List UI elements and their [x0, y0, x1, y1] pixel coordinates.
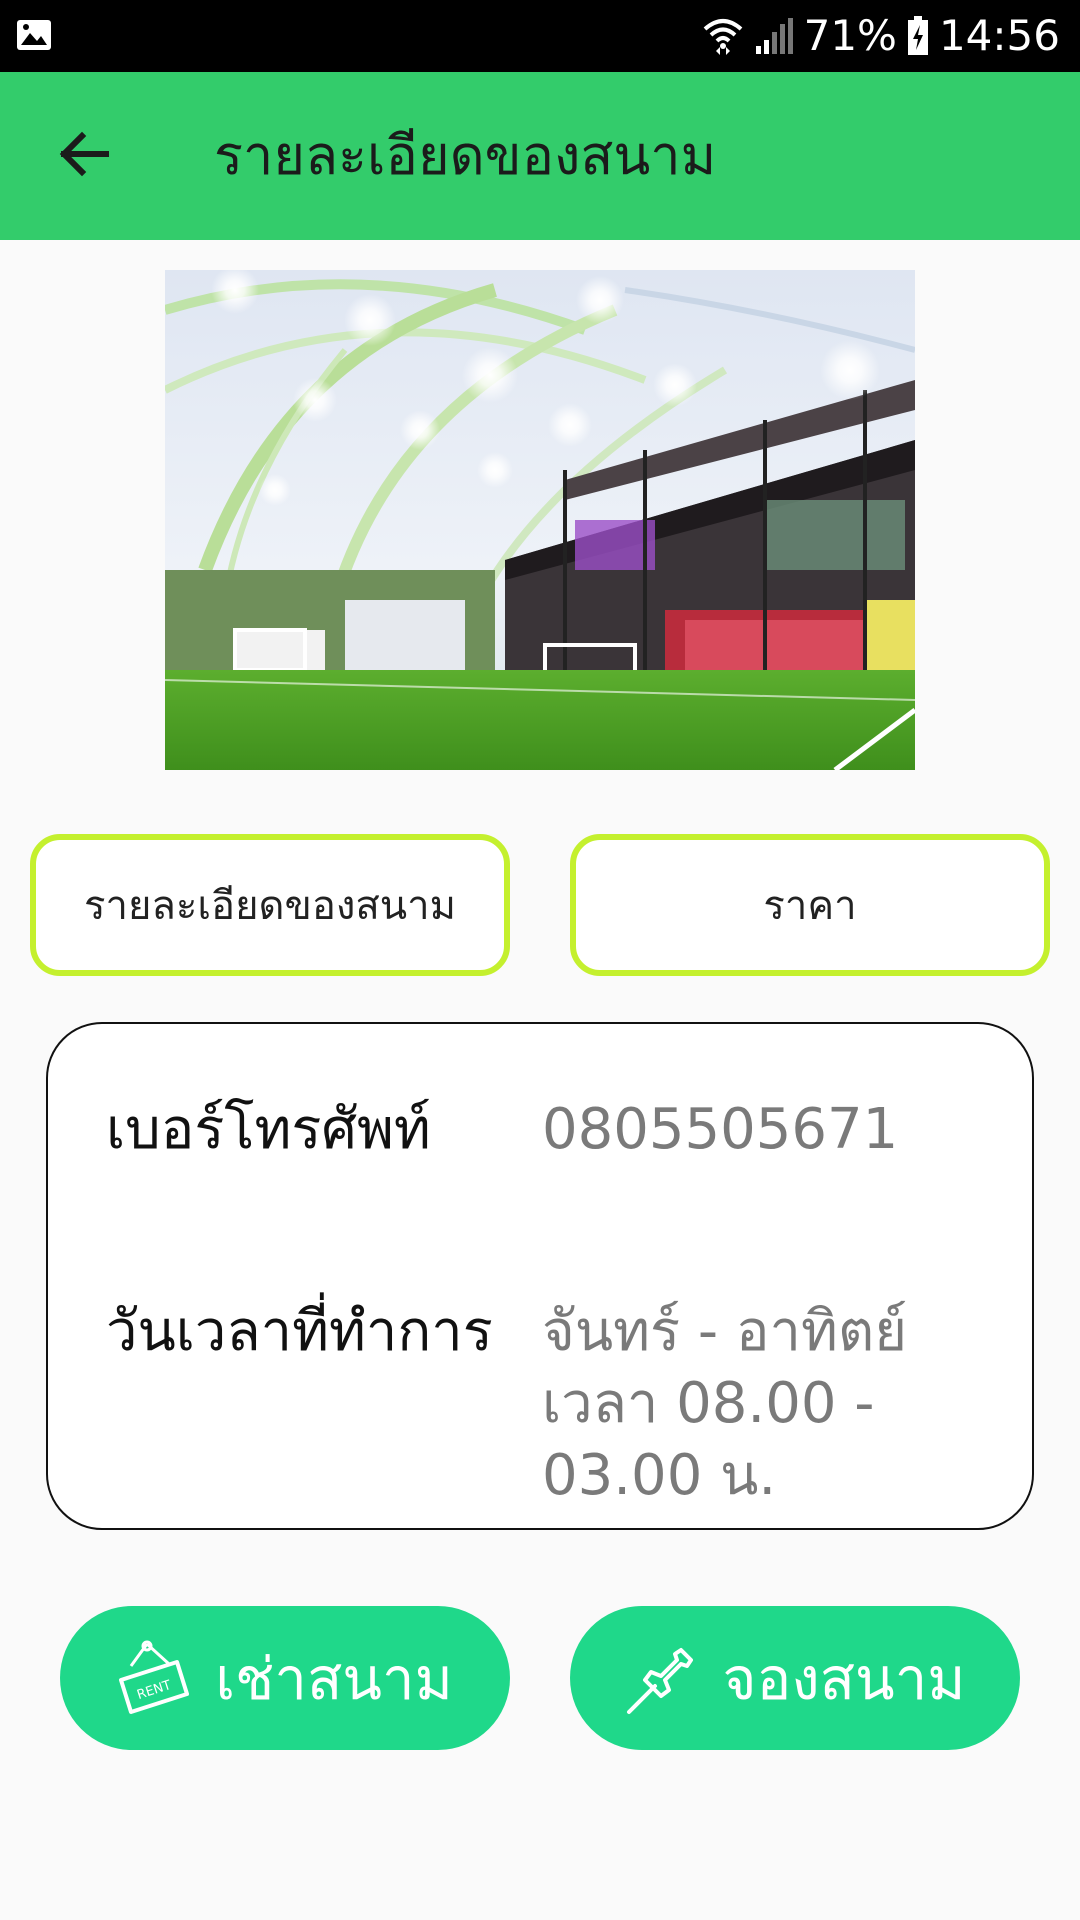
- battery-percent: 71%: [803, 11, 897, 60]
- rent-sign-icon: RENT: [117, 1640, 193, 1716]
- tab-price[interactable]: ราคา: [570, 834, 1050, 976]
- rent-field-button[interactable]: RENT เช่าสนาม: [60, 1606, 510, 1750]
- hours-time-end: 03.00 น.: [542, 1443, 777, 1508]
- status-bar: 71% 14:56: [0, 0, 1080, 72]
- hours-label: วันเวลาที่ทำการ: [106, 1299, 493, 1364]
- book-field-label: จองสนาม: [722, 1644, 966, 1713]
- field-photo: [165, 270, 915, 770]
- info-card: เบอร์โทรศัพท์ 0805505671 วันเวลาที่ทำการ…: [46, 1022, 1034, 1530]
- rent-field-label: เช่าสนาม: [215, 1644, 453, 1713]
- tab-field-details[interactable]: รายละเอียดของสนาม: [30, 834, 510, 976]
- signal-icon: [754, 16, 794, 56]
- hours-value: จันทร์ - อาทิตย์ เวลา 08.00 - 03.00 น.: [542, 1296, 962, 1512]
- wifi-icon: [702, 15, 744, 57]
- clock: 14:56: [938, 11, 1060, 60]
- gallery-icon: [16, 17, 52, 53]
- page-title: รายละเอียดของสนาม: [214, 124, 717, 187]
- battery-charging-icon: [907, 16, 929, 56]
- pushpin-icon: [625, 1640, 701, 1716]
- phone-label: เบอร์โทรศัพท์: [106, 1097, 431, 1162]
- phone-value: 0805505671: [542, 1097, 899, 1162]
- hours-days: จันทร์ - อาทิตย์: [542, 1299, 908, 1364]
- arrow-left-icon: [56, 130, 112, 182]
- app-bar: รายละเอียดของสนาม: [0, 72, 1080, 240]
- book-field-button[interactable]: จองสนาม: [570, 1606, 1020, 1750]
- hours-time-start: เวลา 08.00 -: [542, 1371, 875, 1436]
- status-bar-right: 71% 14:56: [702, 0, 1060, 72]
- back-button[interactable]: [44, 116, 124, 196]
